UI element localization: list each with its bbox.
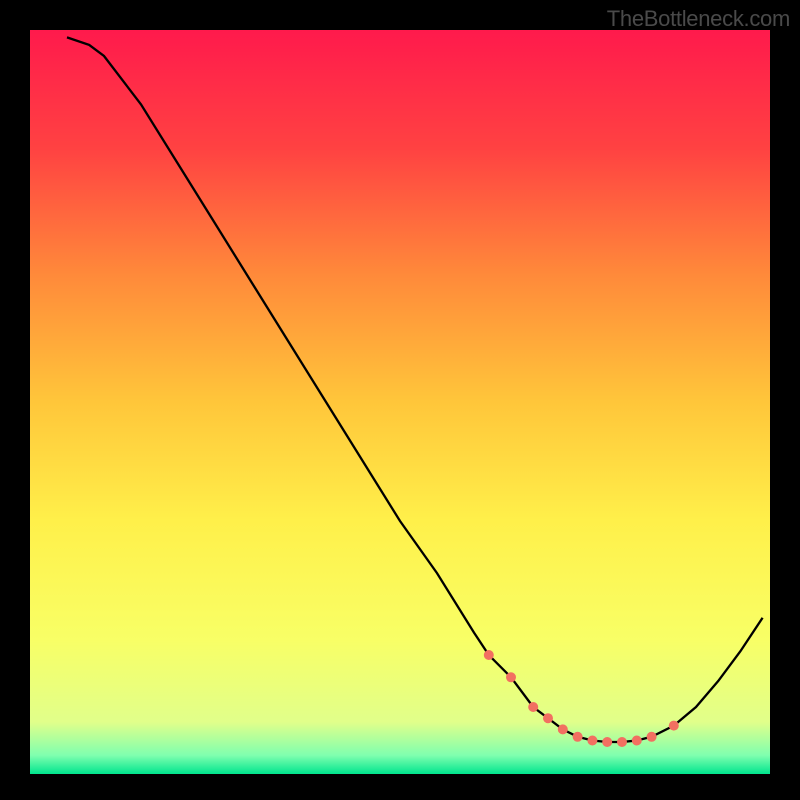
marker-dot	[558, 724, 568, 734]
marker-dot	[587, 736, 597, 746]
marker-dot	[528, 702, 538, 712]
marker-dot	[484, 650, 494, 660]
marker-dot	[602, 737, 612, 747]
marker-dot	[506, 672, 516, 682]
marker-dot	[573, 732, 583, 742]
plot-area	[30, 30, 770, 774]
marker-dot	[632, 736, 642, 746]
chart-frame: TheBottleneck.com	[0, 0, 800, 800]
marker-dot	[617, 737, 627, 747]
marker-dot	[647, 732, 657, 742]
watermark-text: TheBottleneck.com	[607, 6, 790, 32]
marker-dot	[543, 713, 553, 723]
plot-svg	[30, 30, 770, 774]
gradient-bg	[30, 30, 770, 774]
marker-dot	[669, 721, 679, 731]
